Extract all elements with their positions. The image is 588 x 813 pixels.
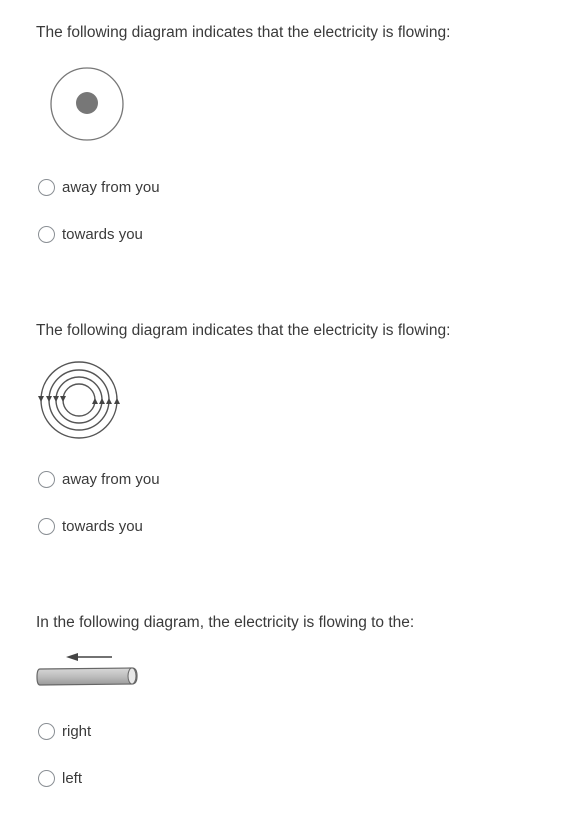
arrow-left-icon — [66, 653, 78, 661]
arrow-heads-down-left — [38, 396, 66, 402]
option-label: towards you — [62, 226, 143, 243]
radio-button[interactable] — [38, 723, 55, 740]
question-1-text: The following diagram indicates that the… — [36, 24, 451, 41]
option-label: away from you — [62, 179, 160, 196]
magnetic-field-circles-diagram — [38, 361, 120, 439]
question-3-option-right[interactable]: right — [38, 723, 91, 740]
radio-button[interactable] — [38, 518, 55, 535]
wire-current-diagram — [36, 653, 138, 686]
question-2-option-away[interactable]: away from you — [38, 471, 160, 488]
option-label: towards you — [62, 518, 143, 535]
wire-end — [127, 667, 137, 685]
radio-button[interactable] — [38, 471, 55, 488]
radio-button[interactable] — [38, 179, 55, 196]
question-3-text: In the following diagram, the electricit… — [36, 614, 415, 631]
field-circle-inner — [62, 383, 96, 417]
field-circle-outer — [40, 361, 118, 439]
option-label: right — [62, 723, 92, 740]
question-2-text: The following diagram indicates that the… — [36, 322, 451, 339]
question-3-option-left[interactable]: left — [38, 770, 82, 787]
question-2-option-towards[interactable]: towards you — [38, 518, 143, 535]
option-label: left — [62, 770, 83, 787]
radio-button[interactable] — [38, 770, 55, 787]
question-1-option-towards[interactable]: towards you — [38, 226, 143, 243]
option-label: away from you — [62, 471, 160, 488]
dot-symbol — [76, 92, 98, 114]
arrow-heads-up-right — [92, 398, 120, 404]
question-1-option-away[interactable]: away from you — [38, 179, 160, 196]
dot-in-circle-diagram — [50, 67, 124, 141]
field-circle — [48, 369, 110, 431]
wire-cylinder — [36, 667, 138, 686]
radio-button[interactable] — [38, 226, 55, 243]
